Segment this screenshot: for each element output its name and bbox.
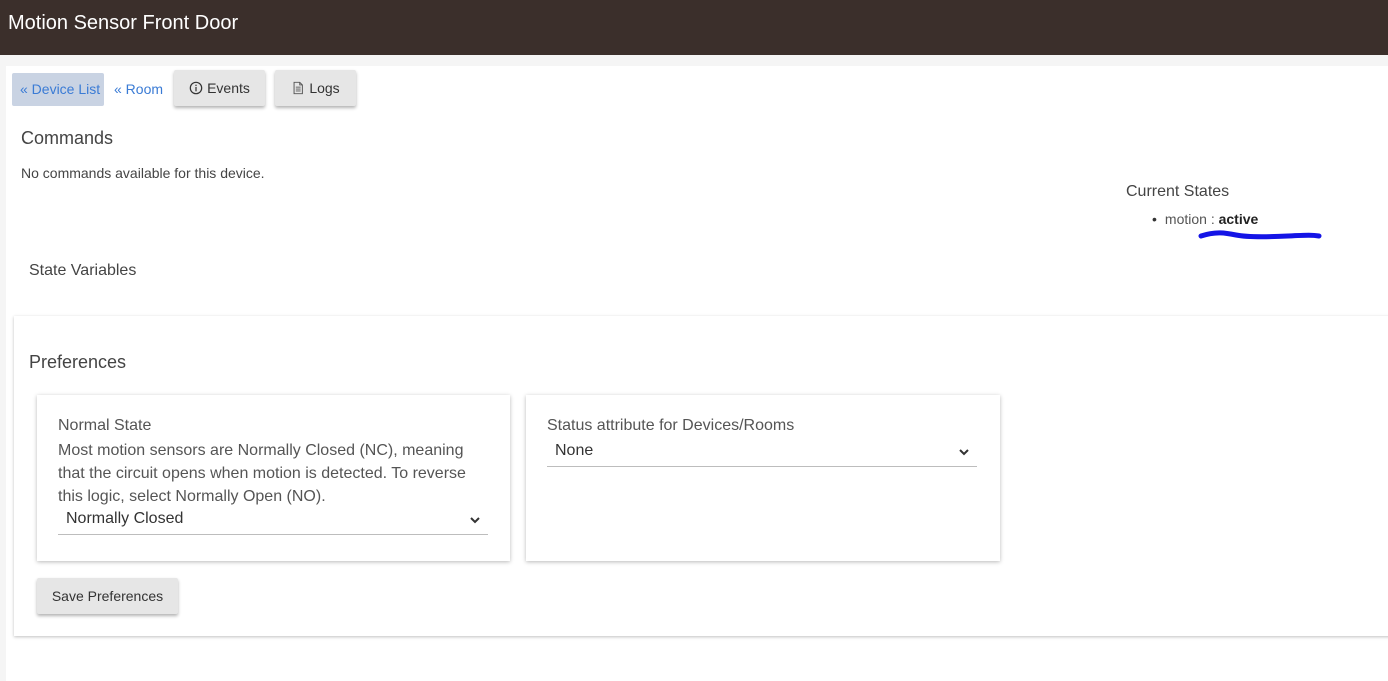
commands-heading: Commands bbox=[21, 128, 114, 148]
normal-state-description: Most motion sensors are Normally Closed … bbox=[58, 442, 466, 505]
current-state-item: • motion : active bbox=[1152, 211, 1258, 227]
preferences-heading: Preferences bbox=[29, 352, 127, 372]
device-page: « Device List « Room Events Logs Command… bbox=[6, 66, 1388, 681]
underline-annotation bbox=[1198, 230, 1322, 240]
room-link[interactable]: « Room bbox=[114, 81, 163, 97]
status-attribute-card: Status attribute for Devices/Rooms None bbox=[526, 395, 1000, 561]
chevron-down-icon bbox=[959, 449, 969, 456]
status-attribute-label: Status attribute for Devices/Rooms bbox=[547, 417, 795, 434]
commands-empty-text: No commands available for this device. bbox=[21, 165, 265, 181]
preferences-panel: Preferences Normal State Most motion sen… bbox=[14, 316, 1388, 636]
normal-state-selected: Normally Closed bbox=[66, 510, 184, 527]
top-bar: Motion Sensor Front Door bbox=[0, 0, 1388, 55]
events-button-label: Events bbox=[207, 80, 250, 96]
logs-button-label: Logs bbox=[309, 80, 340, 96]
normal-state-card: Normal State Most motion sensors are Nor… bbox=[37, 395, 510, 561]
current-states-heading: Current States bbox=[1126, 183, 1230, 200]
info-icon bbox=[189, 81, 203, 95]
events-button[interactable]: Events bbox=[174, 70, 265, 106]
device-list-link[interactable]: « Device List bbox=[12, 73, 104, 106]
bullet-icon: • bbox=[1152, 211, 1157, 227]
normal-state-select[interactable]: Normally Closed bbox=[58, 507, 488, 535]
current-state-value: active bbox=[1218, 211, 1259, 227]
logs-button[interactable]: Logs bbox=[275, 70, 356, 106]
current-state-name: motion : bbox=[1164, 211, 1215, 227]
save-preferences-button[interactable]: Save Preferences bbox=[37, 578, 178, 614]
page-title: Motion Sensor Front Door bbox=[8, 12, 239, 34]
normal-state-label: Normal State bbox=[58, 417, 152, 434]
chevron-down-icon bbox=[470, 517, 480, 524]
status-attribute-select[interactable]: None bbox=[547, 439, 977, 467]
state-variables-heading: State Variables bbox=[29, 262, 137, 279]
document-icon bbox=[293, 81, 304, 95]
status-attribute-selected: None bbox=[555, 442, 594, 459]
